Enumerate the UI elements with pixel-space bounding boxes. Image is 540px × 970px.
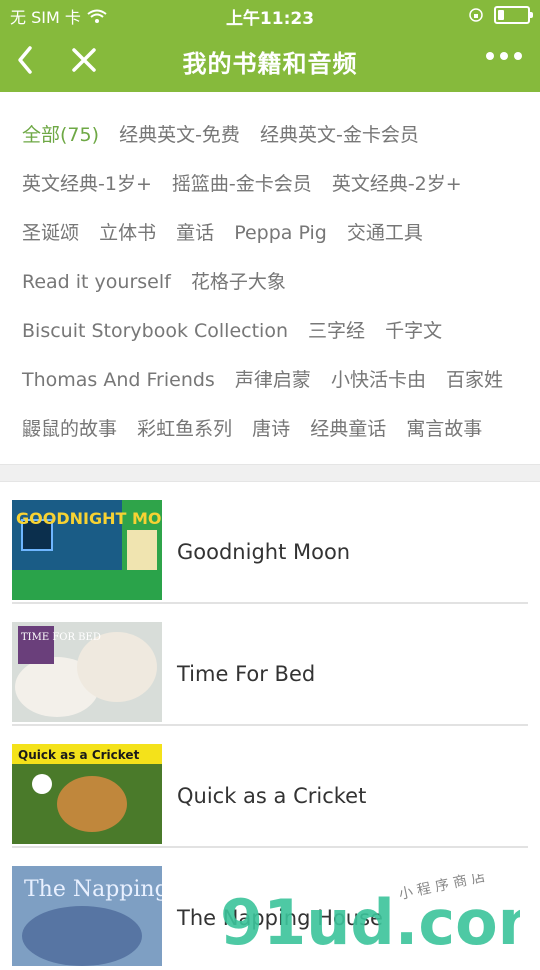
tag-all[interactable]: 全部(75): [22, 124, 99, 146]
tag-item[interactable]: Read it yourself: [22, 271, 171, 293]
tag-item[interactable]: 经典英文-金卡会员: [260, 124, 419, 146]
book-title: Quick as a Cricket: [177, 784, 367, 808]
tag-item[interactable]: 经典英文-免费: [119, 124, 240, 146]
book-title: Time For Bed: [177, 662, 316, 686]
tag-item[interactable]: 英文经典-2岁+: [332, 173, 462, 195]
cover-title-text: The Napping: [24, 877, 162, 902]
tag-item[interactable]: 童话: [176, 222, 214, 244]
tag-item[interactable]: Thomas And Friends: [22, 369, 215, 391]
nav-bar: 我的书籍和音频: [0, 30, 540, 92]
watermark-big-text: 91ud.com: [220, 886, 520, 954]
tag-item[interactable]: 鼹鼠的故事: [22, 418, 117, 440]
tag-item[interactable]: 寓言故事: [406, 418, 482, 440]
book-cover: GOODNIGHT MOON: [12, 500, 162, 600]
tag-item[interactable]: 百家姓: [446, 369, 503, 391]
status-time: 上午11:23: [225, 9, 315, 29]
tag-row: 英文经典-1岁+ 摇篮曲-金卡会员 英文经典-2岁+: [22, 169, 476, 196]
tag-item[interactable]: 唐诗: [252, 418, 290, 440]
tag-item[interactable]: 三字经: [308, 320, 365, 342]
tag-item[interactable]: 摇篮曲-金卡会员: [172, 173, 312, 195]
tag-row: 圣诞颂 立体书 童话 Peppa Pig 交通工具: [22, 218, 437, 245]
book-cover: TIME FOR BED: [12, 622, 162, 722]
tag-row: 鼹鼠的故事 彩虹鱼系列 唐诗 经典童话 寓言故事: [22, 414, 496, 441]
tag-item[interactable]: 小快活卡由: [331, 369, 426, 391]
book-cover: Quick as a Cricket: [12, 744, 162, 844]
book-cover: The Napping: [12, 866, 162, 966]
tag-item[interactable]: 千字文: [385, 320, 442, 342]
header: 无 SIM 卡 上午11:23 我的书籍和音频: [0, 0, 540, 92]
book-title: Goodnight Moon: [177, 540, 351, 564]
tag-item[interactable]: 圣诞颂: [22, 222, 79, 244]
tag-item[interactable]: Peppa Pig: [234, 222, 327, 244]
cover-title-text: TIME FOR BED: [21, 632, 101, 643]
tag-item[interactable]: 立体书: [99, 222, 156, 244]
list-item[interactable]: GOODNIGHT MOON Goodnight Moon: [12, 482, 528, 604]
tag-row: Read it yourself 花格子大象: [22, 267, 300, 294]
cover-title-text: GOODNIGHT MOON: [16, 509, 162, 528]
tag-item[interactable]: 经典童话: [310, 418, 386, 440]
watermark-logo: 91ud.com 小 程 序 商 店: [220, 874, 520, 954]
tag-row: Thomas And Friends 声律启蒙 小快活卡由 百家姓: [22, 365, 517, 392]
category-tags: 全部(75) 经典英文-免费 经典英文-金卡会员 英文经典-1岁+ 摇篮曲-金卡…: [0, 92, 540, 464]
tag-row: Biscuit Storybook Collection 三字经 千字文: [22, 316, 456, 343]
status-bar: 无 SIM 卡 上午11:23: [0, 0, 540, 30]
tag-item[interactable]: 彩虹鱼系列: [137, 418, 232, 440]
tag-item[interactable]: Biscuit Storybook Collection: [22, 320, 288, 342]
list-item[interactable]: TIME FOR BED Time For Bed: [12, 604, 528, 726]
tag-item[interactable]: 交通工具: [347, 222, 423, 244]
list-item[interactable]: Quick as a Cricket Quick as a Cricket: [12, 726, 528, 848]
page-title: 我的书籍和音频: [182, 50, 358, 78]
section-divider: [0, 464, 540, 482]
more-icon[interactable]: [486, 52, 522, 60]
tag-item[interactable]: 花格子大象: [191, 271, 286, 293]
rotation-lock-icon: [469, 8, 483, 22]
tag-item[interactable]: 英文经典-1岁+: [22, 173, 152, 195]
cover-title-text: Quick as a Cricket: [18, 748, 140, 762]
battery-icon: [494, 6, 533, 24]
tag-item[interactable]: 声律启蒙: [235, 369, 311, 391]
tag-row: 全部(75) 经典英文-免费 经典英文-金卡会员: [22, 120, 433, 147]
status-right: [468, 6, 533, 24]
